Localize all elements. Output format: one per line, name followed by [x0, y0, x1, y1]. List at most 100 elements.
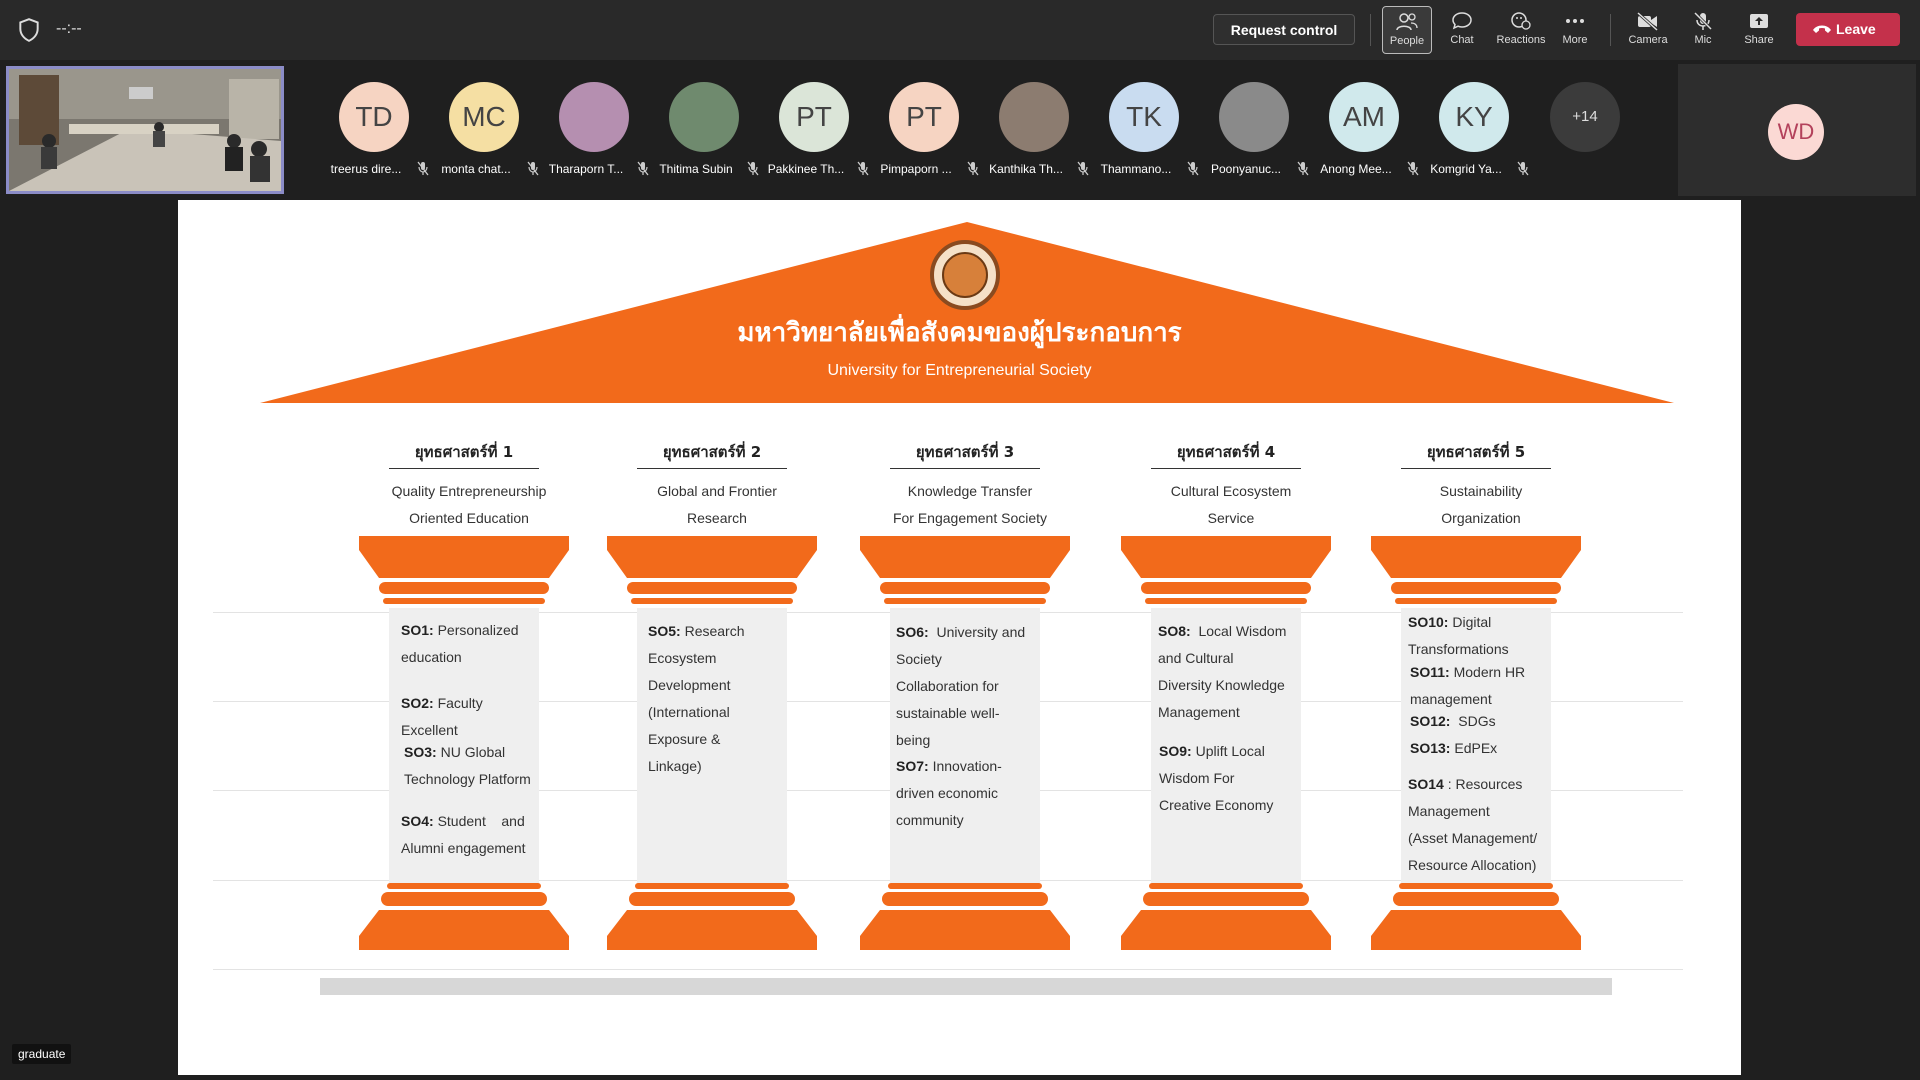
objective-code: SO1:	[401, 622, 434, 638]
participant-tile[interactable]: Kanthika Th...	[980, 82, 1089, 176]
strategy-heading: ยุทธศาสตร์ที่ 4	[1151, 440, 1301, 469]
avatar	[999, 82, 1069, 152]
strategic-objective: SO8: Local Wisdom and Cultural Diversity K…	[1158, 618, 1286, 726]
toolbar-divider	[1370, 14, 1371, 46]
camera-off-icon	[1636, 11, 1659, 31]
more-label: More	[1562, 34, 1588, 46]
avatar	[1219, 82, 1289, 152]
more-participants-button[interactable]: +14	[1550, 82, 1620, 152]
objective-code: SO8:	[1158, 623, 1191, 639]
objective-text: Modern HR	[1449, 664, 1526, 680]
mic-button[interactable]: Mic	[1678, 6, 1728, 54]
participant-tile[interactable]: KY Komgrid Ya...	[1420, 82, 1529, 176]
objective-text: Development	[648, 677, 731, 693]
strategic-objective: SO1: Personalized education	[401, 617, 519, 671]
objective-text: Personalized	[433, 622, 519, 638]
participant-name: Tharaporn T...	[548, 162, 624, 176]
strategy-title-line: Research	[687, 510, 747, 526]
objective-text: (Asset Management/	[1408, 830, 1538, 846]
mic-muted-icon	[1517, 161, 1529, 176]
participant-tile[interactable]: PT Pimpaporn ...	[870, 82, 979, 176]
participant-name: Anong Mee...	[1320, 162, 1392, 176]
participant-tile[interactable]: Poonyanuc...	[1200, 82, 1309, 176]
strategic-objective: SO9: Uplift Local Wisdom For Creative Econ…	[1159, 738, 1273, 819]
strategy-title: Quality Entrepreneurship Oriented Educati…	[359, 478, 579, 532]
objective-code: SO3:	[404, 744, 437, 760]
pillar-capital	[359, 536, 569, 604]
reactions-button[interactable]: Reactions	[1493, 6, 1549, 54]
strategic-objective: SO2: Faculty Excellent	[401, 690, 483, 744]
more-button[interactable]: More	[1550, 6, 1600, 54]
objective-text: Research	[680, 623, 745, 639]
objective-code: SO13:	[1410, 740, 1451, 756]
objective-text: Wisdom For	[1159, 770, 1235, 786]
participant-name: Pakkinee Th...	[767, 162, 845, 176]
share-button[interactable]: Share	[1734, 6, 1784, 54]
leave-button[interactable]: Leave	[1796, 13, 1900, 46]
objective-text: Management	[1408, 803, 1490, 819]
objective-code: SO9:	[1159, 743, 1192, 759]
objective-text: Excellent	[401, 722, 458, 738]
strategy-title-line: Quality Entrepreneurship	[391, 483, 547, 499]
objective-code: SO12:	[1410, 713, 1451, 729]
shared-slide: มหาวิทยาลัยเพื่อสังคมของผู้ประกอบการ Uni…	[178, 200, 1741, 1075]
pillar-base	[359, 883, 569, 950]
participant-name: Thammano...	[1100, 162, 1172, 176]
participant-tile[interactable]: TD treerus dire...	[320, 82, 429, 176]
strategic-objective: SO3: NU Global Technology Platform	[404, 739, 531, 793]
avatar: TD	[339, 82, 409, 152]
objective-text: Linkage)	[648, 758, 702, 774]
pillar-base	[1371, 883, 1581, 950]
objective-text: Management	[1158, 704, 1240, 720]
room-video-image	[9, 69, 281, 191]
chat-icon	[1452, 12, 1472, 30]
participant-tile[interactable]: Tharaporn T...	[540, 82, 649, 176]
avatar: AM	[1329, 82, 1399, 152]
participant-tile-wd[interactable]: WD	[1678, 64, 1916, 196]
strategy-heading: ยุทธศาสตร์ที่ 3	[890, 440, 1040, 469]
pillar-capital	[1121, 536, 1331, 604]
objective-text: Society	[896, 651, 942, 667]
meeting-timer: --:--	[56, 20, 82, 37]
objective-code: SO4:	[401, 813, 434, 829]
room-video-tile[interactable]	[6, 66, 284, 194]
objective-text: community	[896, 812, 964, 828]
objective-text: EdPEx	[1450, 740, 1498, 756]
chat-button[interactable]: Chat	[1437, 6, 1487, 54]
participant-tile[interactable]: PT Pakkinee Th...	[760, 82, 869, 176]
strategy-title-line: Oriented Education	[409, 510, 529, 526]
participant-name: Poonyanuc...	[1210, 162, 1282, 176]
strategic-objective: SO11: Modern HR management	[1410, 659, 1525, 713]
strategy-title-line: Knowledge Transfer	[907, 483, 1033, 499]
objective-text: Faculty	[433, 695, 483, 711]
camera-button[interactable]: Camera	[1622, 6, 1674, 54]
objective-text: Resource Allocation)	[1408, 857, 1537, 873]
objective-code: SO5:	[648, 623, 681, 639]
strategy-heading: ยุทธศาสตร์ที่ 2	[637, 440, 787, 469]
objective-text: SDGs	[1450, 713, 1496, 729]
objective-text: Uplift Local	[1191, 743, 1265, 759]
strategy-title: Sustainability Organization	[1371, 478, 1591, 532]
strategic-objective: SO5: Research Ecosystem Development (Intern…	[648, 618, 745, 780]
participant-tile[interactable]: TK Thammano...	[1090, 82, 1199, 176]
participant-name: Komgrid Ya...	[1430, 162, 1502, 176]
strategy-title-line: Sustainability	[1439, 483, 1523, 499]
strategy-heading: ยุทธศาสตร์ที่ 1	[389, 440, 539, 469]
strategic-objective: SO12: SDGs	[1410, 708, 1496, 735]
toolbar-divider	[1610, 14, 1611, 46]
participant-tile[interactable]: MC monta chat...	[430, 82, 539, 176]
request-control-button[interactable]: Request control	[1213, 14, 1355, 45]
reactions-label: Reactions	[1496, 34, 1546, 46]
strategy-title: Global and Frontier Research	[607, 478, 827, 532]
leave-label: Leave	[1836, 21, 1876, 37]
pillar-base	[1121, 883, 1331, 950]
strategy-heading: ยุทธศาสตร์ที่ 5	[1401, 440, 1551, 469]
objective-text: Transformations	[1408, 641, 1509, 657]
people-button[interactable]: People	[1382, 6, 1432, 54]
avatar: KY	[1439, 82, 1509, 152]
participant-name: treerus dire...	[330, 162, 402, 176]
participant-tile[interactable]: Thitima Subin	[650, 82, 759, 176]
strategic-objective: SO14 : Resources Management (Asset Managem…	[1408, 771, 1537, 879]
participant-tile[interactable]: AM Anong Mee...	[1310, 82, 1419, 176]
avatar	[669, 82, 739, 152]
